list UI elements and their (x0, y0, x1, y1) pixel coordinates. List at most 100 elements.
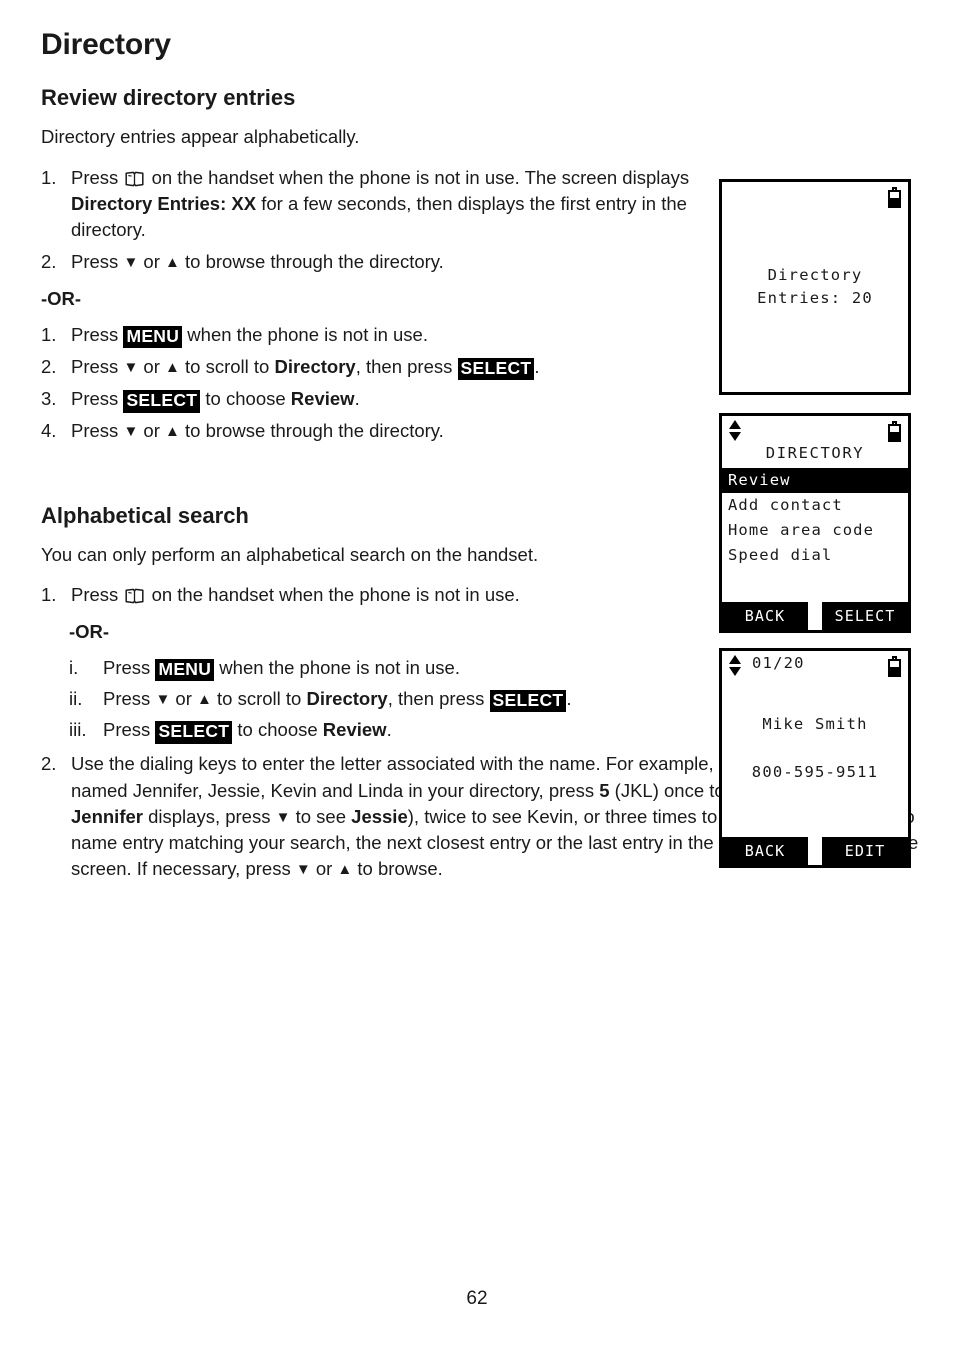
list-item: 1. Press MENU when the phone is not in us… (41, 322, 701, 349)
step-text: Press (103, 656, 156, 678)
list-item: 1. Press on the handset when the phone is… (41, 582, 701, 608)
step-text: . (386, 719, 392, 741)
list-marker: 1. (41, 323, 57, 345)
directory-book-icon (125, 588, 144, 604)
lcd-status-bar: 01/20 (722, 651, 908, 677)
arrow-up-icon: ▲ (165, 254, 180, 272)
arrow-down-icon: ▼ (155, 690, 171, 708)
lcd-screen-directory-entry: 01/20 Mike Smith 800-595-9511 BACK EDIT (719, 648, 911, 868)
list-marker: i. (69, 656, 79, 678)
step-text: on the handset when the phone is not in … (146, 166, 690, 188)
scroll-up-down-icon (729, 420, 741, 441)
lcd-status-bar (722, 182, 908, 208)
lcd-menu-item-home-area-code[interactable]: Home area code (722, 518, 908, 543)
battery-half-icon (888, 656, 901, 677)
list-marker: 2. (41, 251, 57, 273)
menu-key-label: MENU (123, 325, 183, 349)
lcd-entry-number: 800-595-9511 (751, 763, 879, 781)
step-text: or (138, 420, 166, 442)
step-text: to browse through the directory. (179, 251, 444, 273)
list-item: 2. Press ▼ or ▲ to browse through the dir… (41, 249, 701, 275)
menu-key-label: MENU (155, 658, 215, 682)
step-text: . (354, 388, 360, 410)
page-number: 62 (466, 1288, 488, 1309)
arrow-up-icon: ▲ (197, 690, 212, 708)
select-key-label: SELECT (489, 689, 567, 713)
manual-page: Directory Review directory entries Direc… (0, 0, 954, 1354)
step-text: Press (71, 388, 124, 410)
list-marker: ii. (69, 687, 83, 709)
step-text: or (138, 355, 166, 377)
lcd-line-1: Directory (767, 266, 863, 284)
list-marker: 4. (41, 420, 57, 442)
step-text: . (566, 687, 572, 709)
step-text: to choose (232, 719, 323, 741)
softkey-back[interactable]: BACK (722, 602, 808, 630)
review-intro-text: Directory entries appear alphabetically. (41, 126, 360, 148)
step-text: to scroll to (179, 355, 275, 377)
select-key-label: SELECT (123, 390, 201, 413)
lcd-body: Directory Entries: 20 (722, 264, 908, 311)
softkey-select[interactable]: SELECT (822, 602, 908, 630)
arrow-up-icon: ▲ (337, 861, 353, 879)
step-bold-text: Jennifer (71, 805, 143, 827)
lcd-softkey-bar: BACK SELECT (722, 602, 908, 630)
step-text: . (534, 355, 540, 377)
page-title: Directory (41, 28, 171, 61)
softkey-back[interactable]: BACK (722, 837, 808, 865)
lcd-softkey-bar: BACK EDIT (722, 837, 908, 865)
step-bold-text: 5 (599, 779, 610, 801)
list-item: 1. Press on the handset when the phone is… (41, 165, 701, 244)
arrow-down-icon: ▼ (123, 254, 139, 272)
lcd-menu-item-speed-dial[interactable]: Speed dial (722, 543, 908, 568)
lcd-entry-name: Mike Smith (762, 715, 868, 733)
step-text: Press (71, 166, 124, 188)
arrow-down-icon: ▼ (295, 861, 311, 879)
step-bold-text: Jessie (351, 805, 408, 827)
list-marker: 3. (41, 388, 57, 410)
step-text: or (138, 251, 166, 273)
step-text: or (310, 858, 338, 880)
step-text: displays, press (142, 805, 276, 827)
arrow-down-icon: ▼ (123, 358, 139, 376)
step-text: Press (71, 355, 124, 377)
lcd-entry-index: 01/20 (752, 654, 805, 672)
lcd-menu-title: DIRECTORY (765, 444, 865, 462)
step-text: to scroll to (211, 687, 307, 709)
softkey-edit[interactable]: EDIT (822, 837, 908, 865)
lcd-screen-directory-menu: DIRECTORY Review Add contact Home area c… (719, 413, 911, 633)
lcd-status-bar (722, 416, 908, 442)
step-text: Press (71, 251, 124, 273)
lcd-screen-directory-entries: Directory Entries: 20 (719, 179, 911, 395)
step-bold-text: Review (290, 388, 355, 410)
step-text: when the phone is not in use. (214, 656, 460, 678)
arrow-down-icon: ▼ (275, 808, 291, 826)
step-text: Press (71, 584, 124, 606)
step-text: when the phone is not in use. (182, 323, 428, 345)
scroll-up-down-icon (729, 655, 741, 676)
list-item: 3. Press SELECT to choose Review. (41, 386, 701, 413)
list-marker: iii. (69, 719, 87, 741)
lcd-menu-item-add-contact[interactable]: Add contact (722, 493, 908, 518)
step-bold-text: Directory (306, 687, 388, 709)
select-key-label: SELECT (155, 721, 233, 744)
step-text: Press (71, 323, 124, 345)
step-bold-text: Directory Entries: XX (71, 192, 257, 214)
lcd-menu-item-review[interactable]: Review (722, 468, 908, 494)
softkey-divider (808, 837, 822, 865)
softkey-divider (808, 602, 822, 630)
step-text: , then press (355, 355, 458, 377)
step-bold-text: Directory (274, 355, 356, 377)
step-bold-text: Review (322, 719, 387, 741)
step-text: or (170, 687, 198, 709)
list-marker: 2. (41, 355, 57, 377)
step-text: to browse. (352, 858, 443, 880)
battery-half-icon (888, 421, 901, 442)
list-marker: 1. (41, 166, 57, 188)
arrow-up-icon: ▲ (165, 358, 180, 376)
step-text: Press (103, 687, 156, 709)
battery-half-icon (888, 187, 901, 208)
list-marker: 2. (41, 753, 57, 775)
step-text: Press (103, 719, 156, 741)
arrow-up-icon: ▲ (165, 423, 180, 441)
